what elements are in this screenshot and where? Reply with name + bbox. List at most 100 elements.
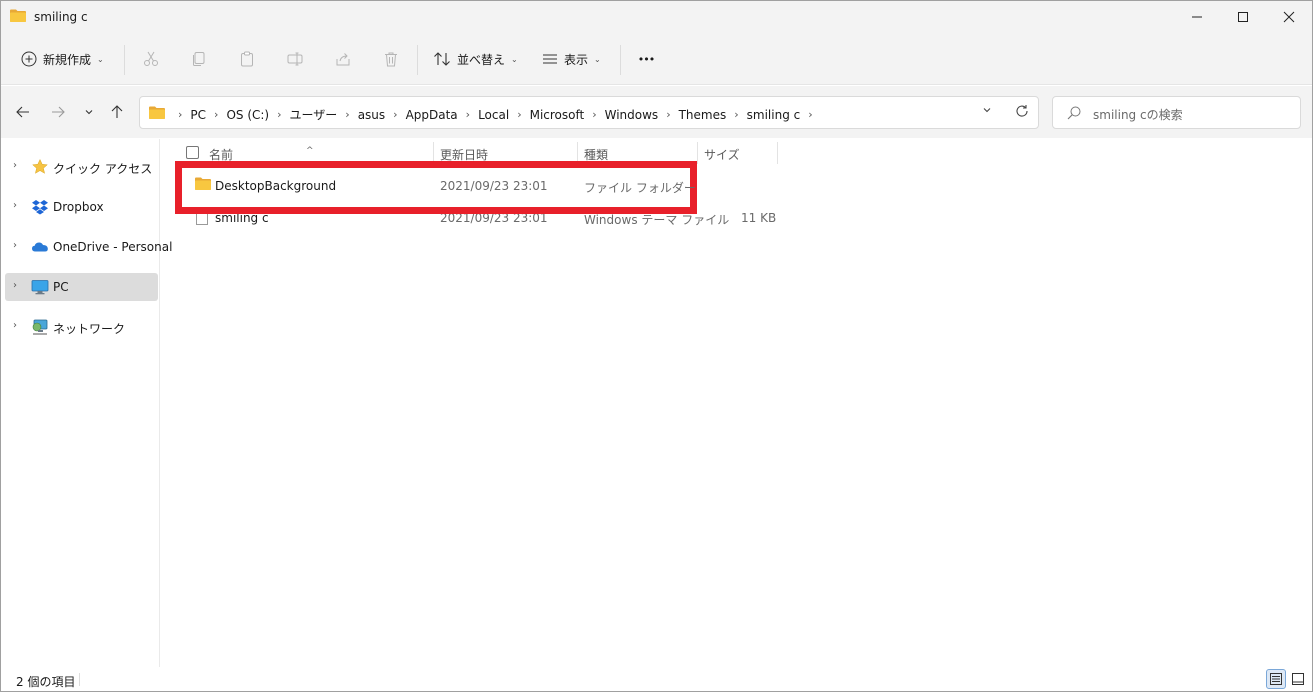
breadcrumb-item[interactable]: Local xyxy=(478,108,509,122)
breadcrumb-item[interactable]: AppData xyxy=(406,108,458,122)
status-bar: 2 個の項目 xyxy=(1,667,1312,691)
folder-icon xyxy=(149,106,165,119)
chevron-right-icon[interactable]: › xyxy=(13,320,17,331)
dropbox-icon xyxy=(32,200,48,215)
navigation-pane: › クイック アクセス › Dropbox › OneDrive - Perso… xyxy=(1,139,172,667)
sort-button[interactable]: 並べ替え ⌄ xyxy=(433,46,518,72)
breadcrumb-item[interactable]: PC xyxy=(190,108,206,122)
sidebar-item-dropbox[interactable]: › Dropbox xyxy=(5,193,158,221)
command-bar: 新規作成 ⌄ 並べ替え ⌄ 表示 ⌄ ••• xyxy=(1,33,1312,85)
details-view-button[interactable] xyxy=(1266,669,1286,689)
chevron-right-icon[interactable]: › xyxy=(393,108,397,121)
new-button[interactable]: 新規作成 ⌄ xyxy=(15,46,110,72)
view-button[interactable]: 表示 ⌄ xyxy=(542,46,601,72)
plus-circle-icon xyxy=(21,51,37,67)
chevron-down-icon xyxy=(983,108,991,113)
list-view-icon xyxy=(543,54,557,64)
breadcrumb-item[interactable]: Windows xyxy=(605,108,659,122)
file-name: DesktopBackground xyxy=(215,179,337,193)
breadcrumb-item[interactable]: Themes xyxy=(679,108,727,122)
sidebar-item-label: クイック アクセス xyxy=(53,162,153,176)
folder-icon xyxy=(10,9,26,22)
sidebar-item-network[interactable]: › ネットワーク xyxy=(5,313,158,341)
sidebar-item-pc[interactable]: › PC xyxy=(5,273,158,301)
chevron-right-icon[interactable]: › xyxy=(13,240,17,251)
more-options-button[interactable]: ••• xyxy=(633,47,659,71)
sort-ascending-icon: ^ xyxy=(306,146,314,156)
search-box[interactable]: smiling cの検索 xyxy=(1052,96,1301,129)
new-label: 新規作成 xyxy=(43,52,92,67)
close-icon xyxy=(1283,11,1295,23)
breadcrumb-item[interactable]: OS (C:) xyxy=(226,108,269,122)
refresh-button[interactable] xyxy=(1015,104,1029,121)
back-button[interactable] xyxy=(12,101,34,123)
chevron-right-icon[interactable]: › xyxy=(592,108,596,121)
chevron-right-icon[interactable]: › xyxy=(666,108,670,121)
chevron-right-icon[interactable]: › xyxy=(214,108,218,121)
trash-icon xyxy=(385,52,397,67)
rename-button[interactable] xyxy=(283,47,307,71)
sidebar-item-onedrive[interactable]: › OneDrive - Personal xyxy=(5,233,172,261)
share-button[interactable] xyxy=(331,47,355,71)
close-button[interactable] xyxy=(1266,1,1312,33)
address-bar[interactable]: › PC › OS (C:) › ユーザー › asus › AppData › Local › Micr… xyxy=(139,96,1039,129)
sidebar-item-label: ネットワーク xyxy=(53,322,126,336)
chevron-right-icon[interactable]: › xyxy=(13,160,17,171)
breadcrumb-item[interactable]: smiling c xyxy=(747,108,801,122)
view-label: 表示 xyxy=(564,52,589,67)
column-header-size[interactable]: サイズ xyxy=(704,146,740,163)
paste-button[interactable] xyxy=(235,47,259,71)
copy-button[interactable] xyxy=(187,47,211,71)
sidebar-item-quick-access[interactable]: › クイック アクセス xyxy=(5,153,158,181)
breadcrumb-item[interactable]: Microsoft xyxy=(530,108,585,122)
star-icon xyxy=(32,158,48,174)
chevron-right-icon[interactable]: › xyxy=(466,108,470,121)
column-divider[interactable] xyxy=(777,142,778,164)
tiles-view-icon xyxy=(1292,673,1304,685)
arrow-left-icon xyxy=(16,106,29,118)
explorer-window: smiling c 新規作成 ⌄ 並べ替え ⌄ 表示 ⌄ ••• › PC › … xyxy=(0,0,1313,692)
details-view-icon xyxy=(1270,673,1282,685)
cut-button[interactable] xyxy=(139,47,163,71)
breadcrumb: › PC › OS (C:) › ユーザー › asus › AppData › Local › Micr… xyxy=(170,106,821,123)
sort-icon xyxy=(434,52,450,66)
sidebar-item-label: OneDrive - Personal xyxy=(53,240,173,254)
up-button[interactable] xyxy=(106,101,128,123)
chevron-right-icon[interactable]: › xyxy=(178,108,182,121)
delete-button[interactable] xyxy=(379,47,403,71)
chevron-right-icon[interactable]: › xyxy=(345,108,349,121)
share-icon xyxy=(336,53,350,66)
chevron-right-icon[interactable]: › xyxy=(808,108,812,121)
chevron-right-icon[interactable]: › xyxy=(517,108,521,121)
chevron-right-icon[interactable]: › xyxy=(277,108,281,121)
file-size: 11 KB xyxy=(741,211,777,225)
search-placeholder: smiling cの検索 xyxy=(1093,108,1183,122)
list-item[interactable]: DesktopBackground 2021/09/23 23:01 ファイル … xyxy=(161,170,781,200)
chevron-right-icon[interactable]: › xyxy=(734,108,738,121)
forward-button[interactable] xyxy=(47,101,69,123)
copy-icon xyxy=(193,52,205,66)
sidebar-item-label: PC xyxy=(53,280,69,294)
column-divider[interactable] xyxy=(697,142,698,164)
breadcrumb-item[interactable]: asus xyxy=(358,108,385,122)
large-icons-view-button[interactable] xyxy=(1288,669,1308,689)
toolbar-divider xyxy=(124,45,125,75)
chevron-right-icon[interactable]: › xyxy=(13,280,17,291)
rename-icon xyxy=(287,52,303,66)
clipboard-icon xyxy=(241,51,253,67)
address-history-dropdown[interactable] xyxy=(982,105,992,118)
file-date: 2021/09/23 23:01 xyxy=(440,179,548,193)
status-divider xyxy=(79,673,80,686)
maximize-button[interactable] xyxy=(1220,1,1266,33)
navigation-bar: › PC › OS (C:) › ユーザー › asus › AppData › Local › Micr… xyxy=(1,86,1312,138)
toolbar-divider xyxy=(417,45,418,75)
chevron-down-icon: ⌄ xyxy=(511,54,518,64)
recent-locations-button[interactable] xyxy=(78,101,100,123)
minimize-icon xyxy=(1192,16,1202,18)
minimize-button[interactable] xyxy=(1174,1,1220,33)
refresh-icon xyxy=(1016,105,1028,117)
chevron-right-icon[interactable]: › xyxy=(13,200,17,211)
select-all-checkbox[interactable] xyxy=(186,146,199,159)
sort-label: 並べ替え xyxy=(457,52,506,67)
breadcrumb-item[interactable]: ユーザー xyxy=(290,106,338,123)
